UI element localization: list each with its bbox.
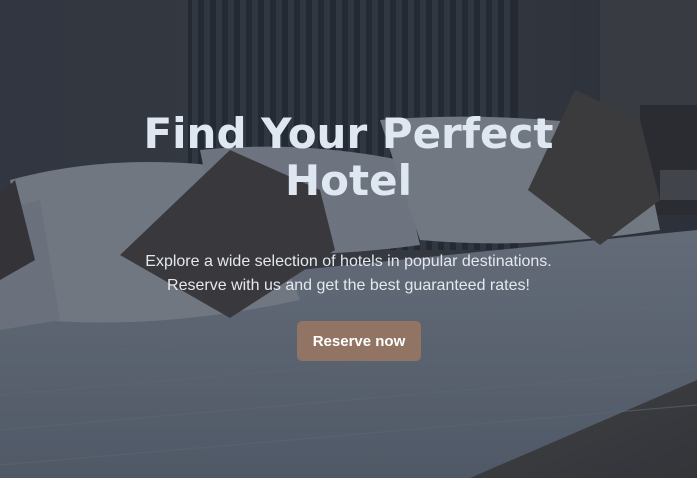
hero-title-line-2: Hotel — [285, 156, 412, 205]
hero-subtitle-line-1: Explore a wide selection of hotels in po… — [145, 253, 552, 270]
reserve-now-button[interactable]: Reserve now — [297, 321, 421, 361]
hero-subtitle-line-2: Reserve with us and get the best guarant… — [167, 277, 530, 294]
hero-title-line-1: Find Your Perfect — [143, 109, 554, 158]
hero-content: Find Your Perfect Hotel Explore a wide s… — [0, 0, 697, 478]
hero-title: Find Your Perfect Hotel — [0, 110, 697, 204]
hero-section: Find Your Perfect Hotel Explore a wide s… — [0, 0, 697, 478]
hero-subtitle: Explore a wide selection of hotels in po… — [0, 250, 697, 298]
